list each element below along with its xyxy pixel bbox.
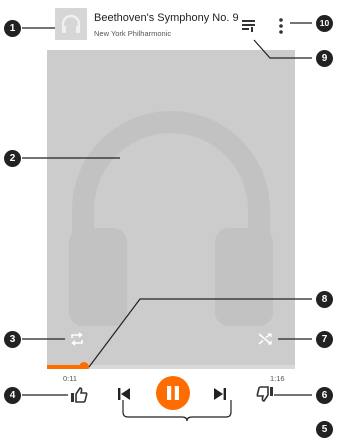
callout-badge: 10 <box>316 15 333 32</box>
callout-badge: 4 <box>4 387 21 404</box>
callout-leader-lines <box>22 22 312 422</box>
callout-badge: 1 <box>4 20 21 37</box>
callout-badge: 8 <box>316 291 333 308</box>
callout-badge: 2 <box>4 150 21 167</box>
callout-badge: 9 <box>316 50 333 67</box>
callout-badge: 7 <box>316 331 333 348</box>
callout-badge: 5 <box>316 421 333 438</box>
callout-badge: 6 <box>316 387 333 404</box>
callout-badge: 3 <box>4 331 21 348</box>
